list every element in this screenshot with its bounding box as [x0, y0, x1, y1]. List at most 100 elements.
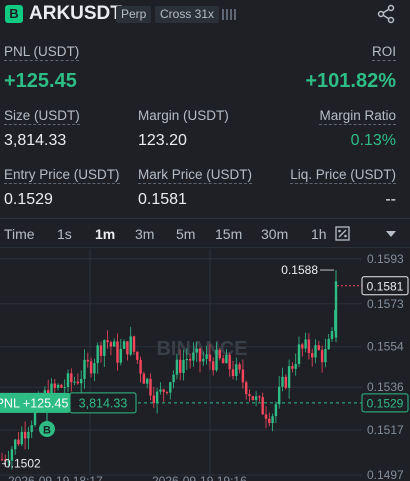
candle-body [106, 340, 109, 343]
candle-body [56, 384, 60, 388]
candle-body [116, 341, 119, 363]
candle-body [109, 342, 113, 347]
candle-body [80, 379, 83, 384]
candle-body [212, 361, 215, 371]
candle-body [119, 348, 122, 363]
high-price-label: 0.1588 [281, 263, 318, 277]
tab-15m[interactable]: 15m [215, 226, 242, 242]
position-pnl-label: PNL +125.45 [0, 396, 68, 410]
timeframe-bar: Time 1s 1m 3m 5m 15m 30m 1h [0, 218, 410, 248]
x-tick-label: 2026-09-19 18:17 [8, 474, 103, 481]
candle-body [30, 425, 33, 432]
candle-body [23, 431, 27, 439]
candle-body [96, 345, 99, 364]
candle-body [231, 369, 235, 377]
candle-body [251, 396, 254, 400]
tab-1h[interactable]: 1h [311, 226, 327, 242]
tab-30m[interactable]: 30m [261, 226, 288, 242]
candle-body [254, 396, 258, 400]
entry-price-label: 0.1529 [367, 396, 404, 410]
candle-body [0, 459, 4, 461]
tab-1s[interactable]: 1s [57, 226, 72, 242]
candle-body [126, 341, 129, 355]
candle-body [142, 373, 146, 384]
candle-body [14, 439, 17, 450]
candle-body [136, 351, 139, 360]
candle-body [287, 366, 291, 388]
buy-marker-label: B [43, 425, 51, 437]
candle-body [281, 376, 284, 387]
share-icon[interactable] [376, 4, 396, 24]
x-tick-label: 2026-09-19 19:16 [152, 474, 247, 481]
entry-price-label[interactable]: Entry Price (USDT) [4, 167, 120, 184]
candle-body [264, 414, 268, 419]
y-tick-label: 0.1573 [367, 297, 404, 311]
candle-body [155, 391, 159, 403]
candle-body [294, 363, 297, 369]
candle-body [76, 381, 80, 384]
y-tick-label: 0.1497 [367, 468, 404, 481]
chart-settings-icon[interactable] [335, 226, 350, 241]
tab-1m[interactable]: 1m [95, 226, 115, 242]
contract-type-tag: Perp [116, 6, 152, 23]
candle-body [73, 381, 76, 383]
candle-body [162, 389, 165, 392]
price-chart[interactable]: BINANCE 0.1588 0.1502 0.1581 0.1529 PNL +125.… [0, 249, 410, 481]
candle-body [274, 404, 278, 417]
position-size-label: 3,814.33 [79, 396, 128, 410]
candle-body [208, 354, 212, 362]
margin-mode-tag: Cross 31x [155, 6, 220, 23]
pnl-label[interactable]: PNL (USDT) [4, 44, 80, 61]
liq-price-label[interactable]: Liq. Price (USDT) [290, 167, 396, 184]
candle-body [146, 378, 149, 384]
candle-body [20, 431, 23, 445]
candle-body [248, 394, 251, 397]
candle-body [86, 359, 89, 362]
candle-body [83, 359, 86, 380]
candle-body [185, 359, 188, 361]
candle-body [291, 366, 294, 369]
margin-ratio-value: 0.13% [350, 132, 396, 149]
symbol-title[interactable]: ARKUSDT [29, 3, 122, 25]
candle-body [307, 339, 311, 354]
candle-body [152, 395, 155, 403]
y-tick-label: 0.1517 [367, 423, 404, 437]
candle-body [314, 345, 317, 358]
size-label[interactable]: Size (USDT) [4, 108, 80, 125]
candle-body [215, 349, 218, 371]
y-tick-label: 0.1554 [367, 340, 404, 354]
pnl-value: +125.45 [4, 70, 77, 92]
signal-bars-icon [222, 9, 237, 20]
mark-price-label[interactable]: Mark Price (USDT) [138, 167, 252, 184]
candle-body [182, 359, 185, 373]
tab-5m[interactable]: 5m [176, 226, 195, 242]
candle-body [188, 359, 192, 361]
candle-body [93, 363, 96, 374]
entry-price-value: 0.1529 [4, 191, 53, 208]
candle-body [297, 344, 301, 364]
candle-body [202, 358, 205, 362]
candle-body [139, 359, 142, 374]
candle-body [258, 396, 261, 398]
candle-body [301, 344, 304, 349]
candle-body [330, 331, 334, 340]
roi-label[interactable]: ROI [371, 44, 396, 61]
candle-body [99, 345, 103, 356]
margin-ratio-label[interactable]: Margin Ratio [319, 108, 396, 125]
tab-3m[interactable]: 3m [135, 226, 154, 242]
candle-body [284, 376, 287, 388]
candle-body [271, 416, 274, 424]
size-value: 3,814.33 [4, 132, 67, 149]
candle-body [278, 386, 281, 405]
candle-body [245, 382, 248, 395]
candle-body [238, 364, 241, 370]
candle-body [53, 383, 56, 388]
roi-value: +101.82% [305, 70, 396, 92]
candle-body [218, 349, 221, 359]
candle-body [192, 352, 195, 361]
candle-body [172, 374, 175, 383]
tab-time[interactable]: Time [4, 226, 35, 242]
candle-body [175, 359, 179, 375]
candle-body [89, 361, 93, 374]
chevron-down-icon[interactable] [386, 231, 396, 237]
